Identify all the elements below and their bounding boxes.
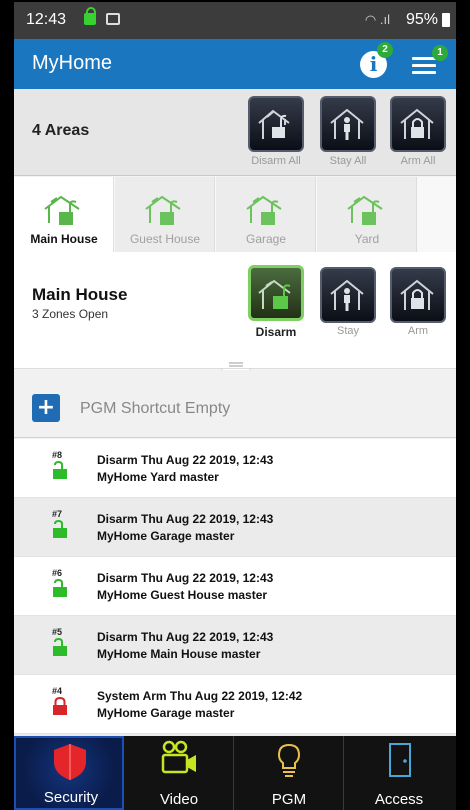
event-number: #4 <box>52 686 63 696</box>
stay-all-button[interactable] <box>320 96 376 152</box>
arm-all-label: Arm All <box>400 155 436 167</box>
area-tabs: Main House Guest House Garage Yard <box>14 177 456 252</box>
menu-badge: 1 <box>432 45 448 61</box>
event-subtitle: MyHome Guest House master <box>97 588 268 602</box>
nav-label: Access <box>374 791 424 808</box>
battery-percent: 95% <box>405 11 438 28</box>
nav-label: Security <box>43 789 99 806</box>
event-row[interactable]: #8 Disarm Thu Aug 22 2019, 12:43 MyHome … <box>14 439 456 498</box>
zones-open-status: 3 Zones Open <box>32 307 109 321</box>
bulb-icon <box>277 743 301 777</box>
nav-video[interactable]: Video <box>124 736 234 810</box>
event-number: #7 <box>52 509 63 519</box>
nav-label: Video <box>159 791 199 808</box>
hamburger-bar <box>412 71 436 74</box>
house-unlocked-icon <box>145 195 181 225</box>
house-locked-icon <box>400 108 434 139</box>
event-title: System Arm Thu Aug 22 2019, 12:42 <box>97 689 303 703</box>
tab-garage[interactable]: Garage <box>216 177 316 252</box>
event-subtitle: MyHome Yard master <box>97 470 219 484</box>
app-bar: MyHome i 2 1 <box>14 39 456 89</box>
event-number: #6 <box>52 568 63 578</box>
tab-label: Yard <box>354 232 380 246</box>
stay-label: Stay <box>336 325 359 337</box>
event-number: #5 <box>52 627 63 637</box>
arm-label: Arm <box>407 325 429 337</box>
locked-red-icon <box>53 697 67 715</box>
tab-main-house[interactable]: Main House <box>14 177 114 252</box>
event-row[interactable]: #5 Disarm Thu Aug 22 2019, 12:43 MyHome … <box>14 616 456 675</box>
nav-security[interactable]: Security <box>14 736 124 810</box>
nav-pgm[interactable]: PGM <box>234 736 344 810</box>
app-title: MyHome <box>32 52 113 74</box>
event-list: #8 Disarm Thu Aug 22 2019, 12:43 MyHome … <box>14 439 456 736</box>
wifi-signal-icon: ◠ .ıl <box>364 12 390 27</box>
unlocked-green-icon <box>53 461 67 479</box>
event-number: #8 <box>52 450 63 460</box>
pgm-shortcut-text: PGM Shortcut Empty <box>80 400 231 417</box>
house-person-icon <box>330 279 364 311</box>
event-row[interactable]: #7 Disarm Thu Aug 22 2019, 12:43 MyHome … <box>14 498 456 557</box>
event-subtitle: MyHome Main House master <box>97 647 261 661</box>
disarm-button[interactable] <box>248 265 304 321</box>
house-locked-icon <box>400 279 434 310</box>
nav-label: PGM <box>271 791 307 808</box>
info-icon: i <box>369 52 378 76</box>
info-button[interactable]: i 2 <box>360 42 393 78</box>
house-unlocked-icon <box>258 279 291 309</box>
door-icon <box>389 743 411 777</box>
stay-all-label: Stay All <box>329 155 367 167</box>
tab-label: Garage <box>245 232 287 246</box>
video-camera-icon <box>161 740 196 774</box>
status-bar: 12:43 ◠ .ıl 95% <box>14 2 456 39</box>
arm-button[interactable] <box>390 267 446 323</box>
bottom-navigation: Security Video PGM Access <box>14 736 456 810</box>
house-unlocked-icon <box>44 195 80 225</box>
menu-button[interactable]: 1 <box>412 45 448 76</box>
plus-icon: + <box>36 395 56 420</box>
event-subtitle: MyHome Garage master <box>97 706 235 720</box>
status-time: 12:43 <box>26 11 67 28</box>
disarm-all-label: Disarm All <box>251 155 301 167</box>
tab-label: Guest House <box>129 232 201 246</box>
selected-area-panel: Main House 3 Zones Open Disarm Stay Arm <box>14 252 456 369</box>
lock-notification-icon <box>84 7 96 25</box>
stay-button[interactable] <box>320 267 376 323</box>
tab-label: Main House <box>30 232 98 246</box>
unlocked-green-icon <box>53 520 67 538</box>
tab-yard[interactable]: Yard <box>317 177 417 252</box>
add-shortcut-button[interactable]: + <box>32 394 60 422</box>
phone-screen: 12:43 ◠ .ıl 95% MyHome i 2 1 4 Areas Dis… <box>14 2 456 810</box>
unlocked-green-icon <box>53 638 67 656</box>
house-unlocked-icon <box>246 195 282 225</box>
disarm-label: Disarm <box>255 325 297 339</box>
battery-icon <box>442 13 450 27</box>
pgm-shortcut-row[interactable]: + PGM Shortcut Empty <box>14 370 456 438</box>
house-person-icon <box>330 108 364 140</box>
arm-all-button[interactable] <box>390 96 446 152</box>
event-title: Disarm Thu Aug 22 2019, 12:43 <box>97 630 274 644</box>
hamburger-bar <box>412 64 436 67</box>
shield-icon <box>54 744 86 780</box>
house-unlocked-icon <box>347 195 383 225</box>
selected-area-name: Main House <box>32 285 128 304</box>
event-row[interactable]: #4 System Arm Thu Aug 22 2019, 12:42 MyH… <box>14 675 456 734</box>
nav-access[interactable]: Access <box>344 736 454 810</box>
areas-count-label: 4 Areas <box>32 122 90 139</box>
event-row[interactable]: #6 Disarm Thu Aug 22 2019, 12:43 MyHome … <box>14 557 456 616</box>
tab-guest-house[interactable]: Guest House <box>115 177 215 252</box>
disarm-all-button[interactable] <box>248 96 304 152</box>
all-areas-section: 4 Areas Disarm All Stay All Arm All <box>14 89 456 176</box>
event-title: Disarm Thu Aug 22 2019, 12:43 <box>97 571 274 585</box>
gallery-notification-icon <box>106 13 120 25</box>
unlocked-green-icon <box>53 579 67 597</box>
event-title: Disarm Thu Aug 22 2019, 12:43 <box>97 453 274 467</box>
info-badge: 2 <box>377 42 393 58</box>
event-title: Disarm Thu Aug 22 2019, 12:43 <box>97 512 274 526</box>
event-subtitle: MyHome Garage master <box>97 529 235 543</box>
house-unlocked-icon <box>258 109 290 139</box>
